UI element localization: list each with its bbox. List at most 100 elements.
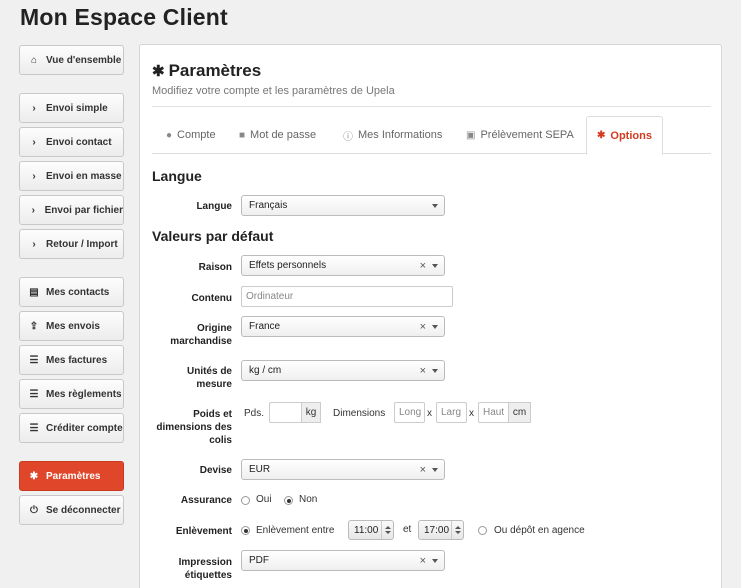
select-value: Français (249, 200, 288, 211)
chevron-down-icon (432, 204, 438, 208)
sidebar-item-label: Mes envois (46, 320, 100, 332)
chevron-right-icon: › (32, 238, 36, 250)
sidebar-item-retour-import[interactable]: › Retour / Import (19, 229, 124, 259)
spinner[interactable] (451, 521, 463, 539)
info-icon: ⓘ (343, 131, 353, 143)
tab-prelevement-sepa[interactable]: ▣ Prélèvement SEPA (466, 116, 574, 154)
power-icon: ⏻ (30, 504, 38, 516)
sidebar-item-parametres[interactable]: ✱ Paramètres (19, 461, 124, 491)
sidebar-item-envoi-contact[interactable]: › Envoi contact (19, 127, 124, 157)
contenu-label: Contenu (191, 293, 232, 304)
assurance-label: Assurance (180, 495, 232, 506)
tab-label: Mot de passe (250, 129, 317, 141)
sidebar-item-envoi-masse[interactable]: › Envoi en masse (19, 161, 124, 191)
settings-panel: ✱ Paramètres Modifiez votre compte et le… (139, 44, 722, 588)
tab-mot-de-passe[interactable]: ■ Mot de passe (239, 116, 316, 154)
book-icon: ▤ (29, 286, 39, 298)
unites-select[interactable]: kg / cm × (241, 360, 445, 381)
tab-label: Compte (177, 129, 216, 141)
pickup-to-time[interactable]: 17:00 (418, 520, 464, 540)
sidebar-item-envoi-simple[interactable]: › Envoi simple (19, 93, 124, 123)
chevron-down-icon (432, 325, 438, 329)
home-icon: ⌂ (30, 54, 38, 66)
image-icon: ▣ (466, 129, 476, 141)
weight-input[interactable] (269, 402, 302, 423)
assurance-oui-radio[interactable] (241, 496, 250, 505)
impression-select[interactable]: PDF × (241, 550, 445, 571)
sidebar-item-label: Créditer compte (46, 422, 123, 434)
sidebar-item-mes-envois[interactable]: ⇪ Mes envois (19, 311, 124, 341)
width-input[interactable]: Larg (436, 402, 467, 423)
clear-icon[interactable]: × (420, 321, 426, 333)
sidebar-item-label: Paramètres (46, 470, 101, 482)
raison-label: Raison (198, 262, 232, 273)
langue-label: Langue (196, 201, 232, 212)
spin-up-icon (454, 526, 461, 529)
sidebar-item-label: Envoi par fichier (44, 204, 123, 216)
enlevement-entre-radio[interactable] (241, 526, 250, 535)
poids-label: Poids et dimensions des colis (156, 409, 232, 446)
tab-options[interactable]: ✱ Options (586, 116, 663, 155)
lock-icon: ■ (239, 129, 246, 141)
sidebar-item-crediter-compte[interactable]: ☰ Créditer compte (19, 413, 124, 443)
spin-down-icon (454, 531, 461, 534)
times-sign: x (469, 408, 474, 419)
divider (152, 106, 711, 107)
raison-select[interactable]: Effets personnels × (241, 255, 445, 276)
weight-unit: kg (301, 402, 321, 423)
sidebar-item-label: Envoi contact (46, 136, 112, 148)
chevron-right-icon: › (32, 136, 36, 148)
depot-agence-radio[interactable] (478, 526, 487, 535)
select-value: PDF (249, 555, 269, 566)
sidebar-item-label: Mes règlements (46, 388, 122, 400)
clear-icon[interactable]: × (420, 365, 426, 377)
origine-select[interactable]: France × (241, 316, 445, 337)
sidebar-item-mes-contacts[interactable]: ▤ Mes contacts (19, 277, 124, 307)
panel-subtitle: Modifiez votre compte et les paramètres … (152, 85, 395, 97)
devise-select[interactable]: EUR × (241, 459, 445, 480)
tab-compte[interactable]: ● Compte (166, 116, 216, 154)
list-icon: ☰ (29, 422, 39, 434)
sidebar-item-envoi-fichier[interactable]: › Envoi par fichier (19, 195, 124, 225)
list-icon: ☰ (29, 354, 39, 366)
time-value: 11:00 (354, 524, 379, 536)
assurance-non-label: Non (299, 494, 318, 505)
sidebar-item-label: Retour / Import (46, 238, 118, 250)
select-value: kg / cm (249, 365, 282, 376)
devise-label: Devise (199, 465, 232, 476)
sidebar-item-mes-reglements[interactable]: ☰ Mes règlements (19, 379, 124, 409)
sidebar-item-label: Envoi en masse (46, 170, 122, 182)
chevron-down-icon (432, 468, 438, 472)
enlevement-label: Enlèvement (175, 526, 232, 537)
clear-icon[interactable]: × (420, 464, 426, 476)
spinner[interactable] (381, 521, 393, 539)
sidebar-item-se-deconnecter[interactable]: ⏻ Se déconnecter (19, 495, 124, 525)
chevron-right-icon: › (31, 204, 35, 216)
gear-icon: ✱ (29, 470, 39, 482)
chevron-right-icon: › (32, 170, 36, 182)
contenu-input[interactable]: Ordinateur (241, 286, 453, 307)
tab-bar: ● Compte ■ Mot de passe ⓘ Mes Informatio… (152, 116, 711, 155)
langue-select[interactable]: Français (241, 195, 445, 216)
tab-mes-informations[interactable]: ⓘ Mes Informations (343, 116, 442, 154)
sidebar-item-label: Se déconnecter (46, 504, 121, 516)
origine-label: Origine marchandise (170, 323, 232, 347)
clear-icon[interactable]: × (420, 260, 426, 272)
sidebar-item-label: Vue d'ensemble (46, 54, 122, 66)
gear-icon: ✱ (152, 63, 165, 80)
height-input[interactable]: Haut (478, 402, 509, 423)
sidebar-item-label: Mes factures (46, 354, 108, 366)
pickup-from-time[interactable]: 11:00 (348, 520, 394, 540)
section-defaults-heading: Valeurs par défaut (152, 228, 274, 244)
chevron-down-icon (432, 559, 438, 563)
assurance-non-radio[interactable] (284, 496, 293, 505)
sidebar-item-vue-ensemble[interactable]: ⌂ Vue d'ensemble (19, 45, 124, 75)
list-icon: ☰ (29, 388, 39, 400)
unites-label: Unités de mesure (186, 366, 232, 390)
assurance-oui-label: Oui (256, 494, 272, 505)
et-label: et (403, 524, 412, 535)
clear-icon[interactable]: × (420, 555, 426, 567)
sidebar-item-mes-factures[interactable]: ☰ Mes factures (19, 345, 124, 375)
tab-label: Options (610, 129, 652, 142)
length-input[interactable]: Long (394, 402, 425, 423)
